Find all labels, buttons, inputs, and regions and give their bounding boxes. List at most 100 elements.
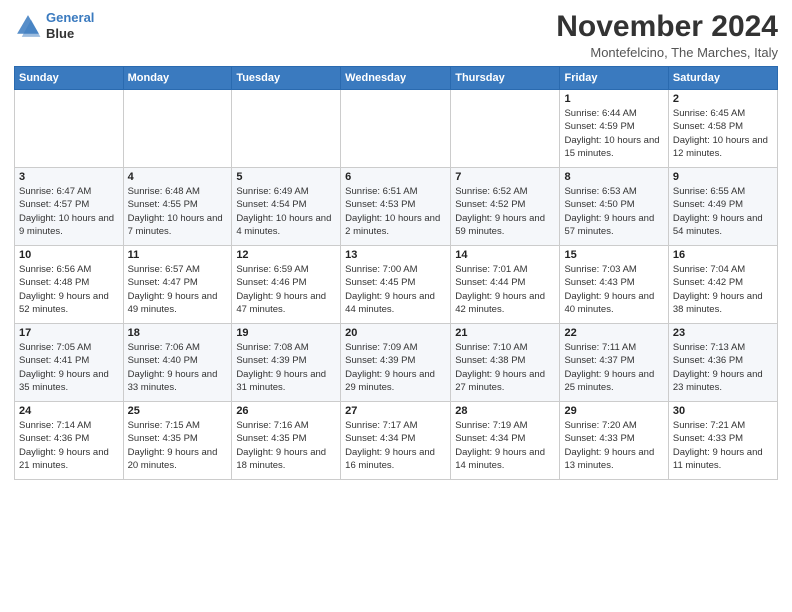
day-info: Sunrise: 7:05 AM Sunset: 4:41 PM Dayligh… — [19, 341, 119, 394]
calendar-cell: 27 Sunrise: 7:17 AM Sunset: 4:34 PM Dayli… — [341, 402, 451, 480]
day-info: Sunrise: 6:53 AM Sunset: 4:50 PM Dayligh… — [564, 185, 663, 238]
day-info: Sunrise: 7:19 AM Sunset: 4:34 PM Dayligh… — [455, 419, 555, 472]
day-number: 5 — [236, 171, 336, 183]
day-info: Sunrise: 6:49 AM Sunset: 4:54 PM Dayligh… — [236, 185, 336, 238]
calendar-cell: 28 Sunrise: 7:19 AM Sunset: 4:34 PM Dayli… — [451, 402, 560, 480]
day-number: 23 — [673, 327, 773, 339]
title-block: November 2024 Montefelcino, The Marches,… — [556, 10, 778, 60]
logo-icon — [14, 12, 42, 40]
day-number: 20 — [345, 327, 446, 339]
day-info: Sunrise: 7:17 AM Sunset: 4:34 PM Dayligh… — [345, 419, 446, 472]
day-number: 27 — [345, 405, 446, 417]
logo-line2: Blue — [46, 26, 94, 42]
day-number: 2 — [673, 93, 773, 105]
calendar-header: Sunday Monday Tuesday Wednesday Thursday… — [15, 67, 778, 90]
day-info: Sunrise: 7:03 AM Sunset: 4:43 PM Dayligh… — [564, 263, 663, 316]
day-number: 19 — [236, 327, 336, 339]
calendar-cell: 21Sunrise: 7:10 AM Sunset: 4:38 PM Dayli… — [451, 324, 560, 402]
calendar-cell: 22 Sunrise: 7:11 AM Sunset: 4:37 PM Dayli… — [560, 324, 668, 402]
day-number: 9 — [673, 171, 773, 183]
day-number: 6 — [345, 171, 446, 183]
day-info: Sunrise: 7:08 AM Sunset: 4:39 PM Dayligh… — [236, 341, 336, 394]
day-info: Sunrise: 7:14 AM Sunset: 4:36 PM Dayligh… — [19, 419, 119, 472]
day-number: 7 — [455, 171, 555, 183]
col-friday: Friday — [560, 67, 668, 90]
logo: General Blue — [14, 10, 94, 41]
calendar-cell: 19 Sunrise: 7:08 AM Sunset: 4:39 PM Dayli… — [232, 324, 341, 402]
day-info: Sunrise: 6:59 AM Sunset: 4:46 PM Dayligh… — [236, 263, 336, 316]
day-info: Sunrise: 6:47 AM Sunset: 4:57 PM Dayligh… — [19, 185, 119, 238]
calendar-cell: 17 Sunrise: 7:05 AM Sunset: 4:41 PM Dayli… — [15, 324, 124, 402]
day-info: Sunrise: 7:21 AM Sunset: 4:33 PM Dayligh… — [673, 419, 773, 472]
calendar-cell: 9 Sunrise: 6:55 AM Sunset: 4:49 PM Daylig… — [668, 168, 777, 246]
calendar-cell: 6 Sunrise: 6:51 AM Sunset: 4:53 PM Daylig… — [341, 168, 451, 246]
calendar-cell — [341, 90, 451, 168]
day-info: Sunrise: 6:55 AM Sunset: 4:49 PM Dayligh… — [673, 185, 773, 238]
day-info: Sunrise: 7:20 AM Sunset: 4:33 PM Dayligh… — [564, 419, 663, 472]
calendar-cell — [123, 90, 232, 168]
day-number: 28 — [455, 405, 555, 417]
day-number: 11 — [128, 249, 228, 261]
day-info: Sunrise: 7:01 AM Sunset: 4:44 PM Dayligh… — [455, 263, 555, 316]
col-wednesday: Wednesday — [341, 67, 451, 90]
day-number: 3 — [19, 171, 119, 183]
day-number: 16 — [673, 249, 773, 261]
col-thursday: Thursday — [451, 67, 560, 90]
day-info: Sunrise: 7:16 AM Sunset: 4:35 PM Dayligh… — [236, 419, 336, 472]
logo-text: General Blue — [46, 10, 94, 41]
logo-line1: General — [46, 10, 94, 25]
calendar-body: 1Sunrise: 6:44 AM Sunset: 4:59 PM Daylig… — [15, 90, 778, 480]
calendar-cell: 3 Sunrise: 6:47 AM Sunset: 4:57 PM Daylig… — [15, 168, 124, 246]
calendar-cell — [451, 90, 560, 168]
day-info: Sunrise: 7:00 AM Sunset: 4:45 PM Dayligh… — [345, 263, 446, 316]
subtitle: Montefelcino, The Marches, Italy — [556, 45, 778, 60]
day-info: Sunrise: 7:09 AM Sunset: 4:39 PM Dayligh… — [345, 341, 446, 394]
day-number: 8 — [564, 171, 663, 183]
col-saturday: Saturday — [668, 67, 777, 90]
calendar-cell — [232, 90, 341, 168]
day-number: 15 — [564, 249, 663, 261]
day-number: 14 — [455, 249, 555, 261]
calendar-table: Sunday Monday Tuesday Wednesday Thursday… — [14, 66, 778, 480]
day-info: Sunrise: 6:45 AM Sunset: 4:58 PM Dayligh… — [673, 107, 773, 160]
day-info: Sunrise: 6:44 AM Sunset: 4:59 PM Dayligh… — [564, 107, 663, 160]
day-number: 4 — [128, 171, 228, 183]
calendar-cell: 5 Sunrise: 6:49 AM Sunset: 4:54 PM Daylig… — [232, 168, 341, 246]
day-number: 13 — [345, 249, 446, 261]
day-number: 25 — [128, 405, 228, 417]
calendar-cell: 30Sunrise: 7:21 AM Sunset: 4:33 PM Dayli… — [668, 402, 777, 480]
calendar-cell: 2 Sunrise: 6:45 AM Sunset: 4:58 PM Daylig… — [668, 90, 777, 168]
day-info: Sunrise: 6:51 AM Sunset: 4:53 PM Dayligh… — [345, 185, 446, 238]
day-info: Sunrise: 6:48 AM Sunset: 4:55 PM Dayligh… — [128, 185, 228, 238]
day-number: 26 — [236, 405, 336, 417]
day-info: Sunrise: 7:11 AM Sunset: 4:37 PM Dayligh… — [564, 341, 663, 394]
col-sunday: Sunday — [15, 67, 124, 90]
calendar-cell: 8 Sunrise: 6:53 AM Sunset: 4:50 PM Daylig… — [560, 168, 668, 246]
header: General Blue November 2024 Montefelcino,… — [14, 10, 778, 60]
calendar-cell: 7Sunrise: 6:52 AM Sunset: 4:52 PM Daylig… — [451, 168, 560, 246]
calendar-cell: 11 Sunrise: 6:57 AM Sunset: 4:47 PM Dayli… — [123, 246, 232, 324]
day-info: Sunrise: 7:10 AM Sunset: 4:38 PM Dayligh… — [455, 341, 555, 394]
header-row: Sunday Monday Tuesday Wednesday Thursday… — [15, 67, 778, 90]
day-number: 10 — [19, 249, 119, 261]
calendar-cell: 15 Sunrise: 7:03 AM Sunset: 4:43 PM Dayli… — [560, 246, 668, 324]
calendar-cell: 1Sunrise: 6:44 AM Sunset: 4:59 PM Daylig… — [560, 90, 668, 168]
day-number: 18 — [128, 327, 228, 339]
day-info: Sunrise: 6:57 AM Sunset: 4:47 PM Dayligh… — [128, 263, 228, 316]
calendar-cell: 24Sunrise: 7:14 AM Sunset: 4:36 PM Dayli… — [15, 402, 124, 480]
calendar-cell: 13 Sunrise: 7:00 AM Sunset: 4:45 PM Dayli… — [341, 246, 451, 324]
calendar-cell: 26 Sunrise: 7:16 AM Sunset: 4:35 PM Dayli… — [232, 402, 341, 480]
day-info: Sunrise: 7:15 AM Sunset: 4:35 PM Dayligh… — [128, 419, 228, 472]
day-info: Sunrise: 7:04 AM Sunset: 4:42 PM Dayligh… — [673, 263, 773, 316]
col-monday: Monday — [123, 67, 232, 90]
calendar-cell: 14 Sunrise: 7:01 AM Sunset: 4:44 PM Dayli… — [451, 246, 560, 324]
page: General Blue November 2024 Montefelcino,… — [0, 0, 792, 612]
day-info: Sunrise: 7:06 AM Sunset: 4:40 PM Dayligh… — [128, 341, 228, 394]
day-number: 22 — [564, 327, 663, 339]
day-number: 17 — [19, 327, 119, 339]
day-info: Sunrise: 6:56 AM Sunset: 4:48 PM Dayligh… — [19, 263, 119, 316]
week-row-5: 24Sunrise: 7:14 AM Sunset: 4:36 PM Dayli… — [15, 402, 778, 480]
calendar-cell: 4 Sunrise: 6:48 AM Sunset: 4:55 PM Daylig… — [123, 168, 232, 246]
calendar-cell: 12Sunrise: 6:59 AM Sunset: 4:46 PM Dayli… — [232, 246, 341, 324]
day-info: Sunrise: 7:13 AM Sunset: 4:36 PM Dayligh… — [673, 341, 773, 394]
